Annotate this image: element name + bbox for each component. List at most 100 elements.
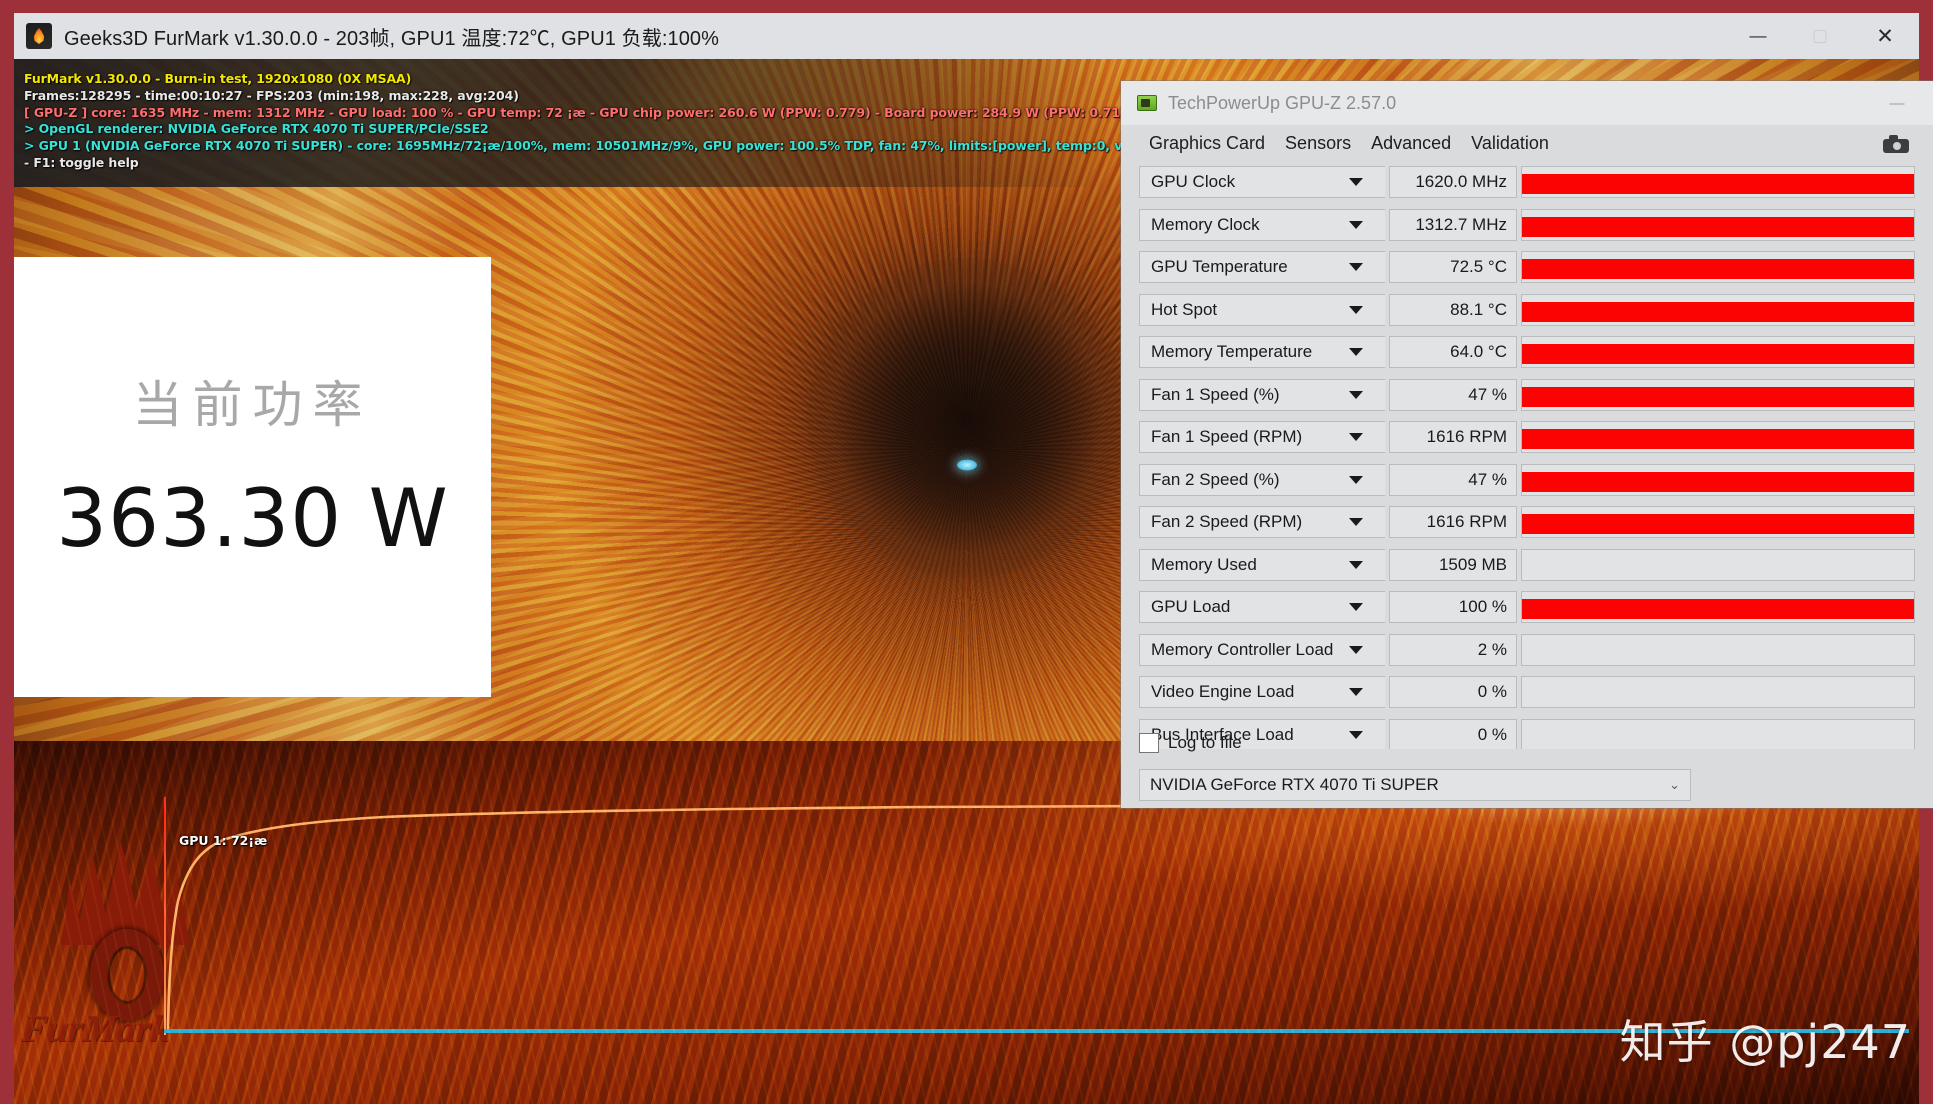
sensor-name-label: Fan 1 Speed (RPM): [1151, 427, 1303, 447]
graph-y-axis: [164, 797, 166, 1035]
sensor-row[interactable]: GPU Temperature 72.5 °C: [1139, 246, 1915, 289]
close-button[interactable]: ✕: [1851, 13, 1919, 59]
sensor-name[interactable]: Video Engine Load: [1139, 676, 1385, 709]
hud-line-help: - F1: toggle help: [24, 155, 139, 170]
sensor-value: 100 %: [1389, 591, 1517, 624]
sensor-row[interactable]: Memory Temperature 64.0 °C: [1139, 331, 1915, 374]
sensor-name[interactable]: Fan 1 Speed (RPM): [1139, 421, 1385, 454]
chevron-down-icon[interactable]: [1349, 390, 1363, 399]
log-to-file-checkbox[interactable]: [1139, 733, 1159, 753]
sensor-value: 47 %: [1389, 378, 1517, 411]
chevron-down-icon[interactable]: [1349, 560, 1363, 569]
sensor-graph: [1521, 676, 1915, 709]
sensor-name[interactable]: Hot Spot: [1139, 293, 1385, 326]
desktop-background: Geeks3D FurMark v1.30.0.0 - 203帧, GPU1 温…: [0, 0, 1933, 1104]
gpuz-tab-bar: Graphics Card Sensors Advanced Validatio…: [1139, 127, 1915, 161]
sensor-value: 0 %: [1389, 676, 1517, 709]
dragon-eye-icon: [956, 459, 977, 471]
sensor-bar: [1522, 471, 1914, 492]
chevron-down-icon[interactable]: [1349, 263, 1363, 272]
sensor-value: 1509 MB: [1389, 548, 1517, 581]
sensor-name-label: Fan 1 Speed (%): [1151, 384, 1280, 404]
sensor-value: 0 %: [1389, 718, 1517, 749]
sensor-name-label: Fan 2 Speed (RPM): [1151, 512, 1303, 532]
dragon-center-object: [806, 257, 1127, 578]
sensor-name[interactable]: Memory Temperature: [1139, 336, 1385, 369]
sensor-name-label: GPU Clock: [1151, 172, 1236, 192]
tab-validation[interactable]: Validation: [1461, 130, 1559, 159]
sensor-row[interactable]: Memory Controller Load 2 %: [1139, 629, 1915, 672]
power-meter-label: 当前功率: [132, 376, 373, 434]
sensor-name[interactable]: GPU Load: [1139, 591, 1385, 624]
chevron-down-icon[interactable]: [1349, 645, 1363, 654]
chevron-down-icon[interactable]: [1349, 178, 1363, 187]
furmark-logo-icon: [44, 833, 204, 1033]
minimize-button[interactable]: —: [1727, 13, 1789, 59]
sensor-graph: [1521, 336, 1915, 369]
hud-line-renderer: > OpenGL renderer: NVIDIA GeForce RTX 40…: [24, 121, 489, 136]
tab-graphics-card[interactable]: Graphics Card: [1139, 130, 1275, 159]
gpuz-titlebar[interactable]: TechPowerUp GPU-Z 2.57.0 —: [1121, 81, 1933, 125]
gpu-select-dropdown[interactable]: NVIDIA GeForce RTX 4070 Ti SUPER ⌄: [1139, 769, 1691, 801]
chevron-down-icon[interactable]: [1349, 518, 1363, 527]
chevron-down-icon[interactable]: [1349, 603, 1363, 612]
sensor-graph: [1521, 548, 1915, 581]
sensor-name[interactable]: Memory Controller Load: [1139, 633, 1385, 666]
sensor-name-label: GPU Load: [1151, 597, 1231, 617]
hud-line-frames: Frames:128295 - time:00:10:27 - FPS:203 …: [24, 88, 519, 103]
furmark-titlebar[interactable]: Geeks3D FurMark v1.30.0.0 - 203帧, GPU1 温…: [14, 13, 1919, 59]
sensor-name-label: Hot Spot: [1151, 299, 1218, 319]
chevron-down-icon[interactable]: [1349, 348, 1363, 357]
sensor-row[interactable]: Fan 1 Speed (%) 47 %: [1139, 374, 1915, 417]
sensor-name[interactable]: Memory Used: [1139, 548, 1385, 581]
sensor-row[interactable]: Bus Interface Load 0 %: [1139, 714, 1915, 749]
chevron-down-icon[interactable]: [1349, 220, 1363, 229]
sensor-graph: [1521, 421, 1915, 454]
sensor-name[interactable]: Memory Clock: [1139, 208, 1385, 241]
sensor-row[interactable]: Fan 2 Speed (%) 47 %: [1139, 459, 1915, 502]
camera-icon[interactable]: [1883, 135, 1909, 153]
sensor-value: 1312.7 MHz: [1389, 208, 1517, 241]
sensor-graph: [1521, 293, 1915, 326]
sensor-row[interactable]: Fan 1 Speed (RPM) 1616 RPM: [1139, 416, 1915, 459]
sensor-value: 88.1 °C: [1389, 293, 1517, 326]
chevron-down-icon[interactable]: [1349, 475, 1363, 484]
furmark-wordmark: FurMark: [19, 1008, 173, 1050]
hud-line-gpuz: [ GPU-Z ] core: 1635 MHz - mem: 1312 MHz…: [24, 105, 1296, 120]
sensor-row[interactable]: Fan 2 Speed (RPM) 1616 RPM: [1139, 501, 1915, 544]
sensor-name[interactable]: Fan 2 Speed (%): [1139, 463, 1385, 496]
tab-sensors[interactable]: Sensors: [1275, 129, 1362, 159]
sensor-bar: [1522, 259, 1914, 280]
sensor-name[interactable]: GPU Clock: [1139, 166, 1385, 199]
sensor-value: 2 %: [1389, 633, 1517, 666]
sensor-row[interactable]: Video Engine Load 0 %: [1139, 671, 1915, 714]
chevron-down-icon: ⌄: [1669, 777, 1680, 792]
sensor-name-label: Video Engine Load: [1151, 682, 1295, 702]
gpu-temperature-curve: [166, 801, 1901, 1030]
chevron-down-icon[interactable]: [1349, 688, 1363, 697]
sensor-list[interactable]: GPU Clock 1620.0 MHz Memory Clock 1312.7 MH…: [1139, 161, 1915, 749]
gpuz-minimize-button[interactable]: —: [1875, 81, 1919, 125]
chevron-down-icon[interactable]: [1349, 433, 1363, 442]
chevron-down-icon[interactable]: [1349, 730, 1363, 739]
sensor-value: 1616 RPM: [1389, 506, 1517, 539]
log-to-file-row[interactable]: Log to file: [1139, 733, 1242, 753]
graph-series-label: GPU 1: 72¡æ: [179, 833, 268, 848]
sensor-row[interactable]: Memory Clock 1312.7 MHz: [1139, 204, 1915, 247]
sensor-name[interactable]: GPU Temperature: [1139, 251, 1385, 284]
furmark-hud-overlay: FurMark v1.30.0.0 - Burn-in test, 1920x1…: [14, 59, 1295, 187]
sensor-name[interactable]: Fan 1 Speed (%): [1139, 378, 1385, 411]
sensor-row[interactable]: Memory Used 1509 MB: [1139, 544, 1915, 587]
furmark-title-text: Geeks3D FurMark v1.30.0.0 - 203帧, GPU1 温…: [64, 27, 720, 50]
log-to-file-label: Log to file: [1168, 733, 1242, 752]
sensor-graph: [1521, 208, 1915, 241]
sensor-bar: [1522, 216, 1914, 237]
maximize-button[interactable]: ▢: [1789, 13, 1851, 59]
sensor-row[interactable]: GPU Clock 1620.0 MHz: [1139, 161, 1915, 204]
tab-advanced[interactable]: Advanced: [1361, 130, 1461, 159]
sensor-row[interactable]: Hot Spot 88.1 °C: [1139, 289, 1915, 332]
chevron-down-icon[interactable]: [1349, 305, 1363, 314]
sensor-name[interactable]: Fan 2 Speed (RPM): [1139, 506, 1385, 539]
sensor-row[interactable]: GPU Load 100 %: [1139, 586, 1915, 629]
sensor-graph: [1521, 506, 1915, 539]
